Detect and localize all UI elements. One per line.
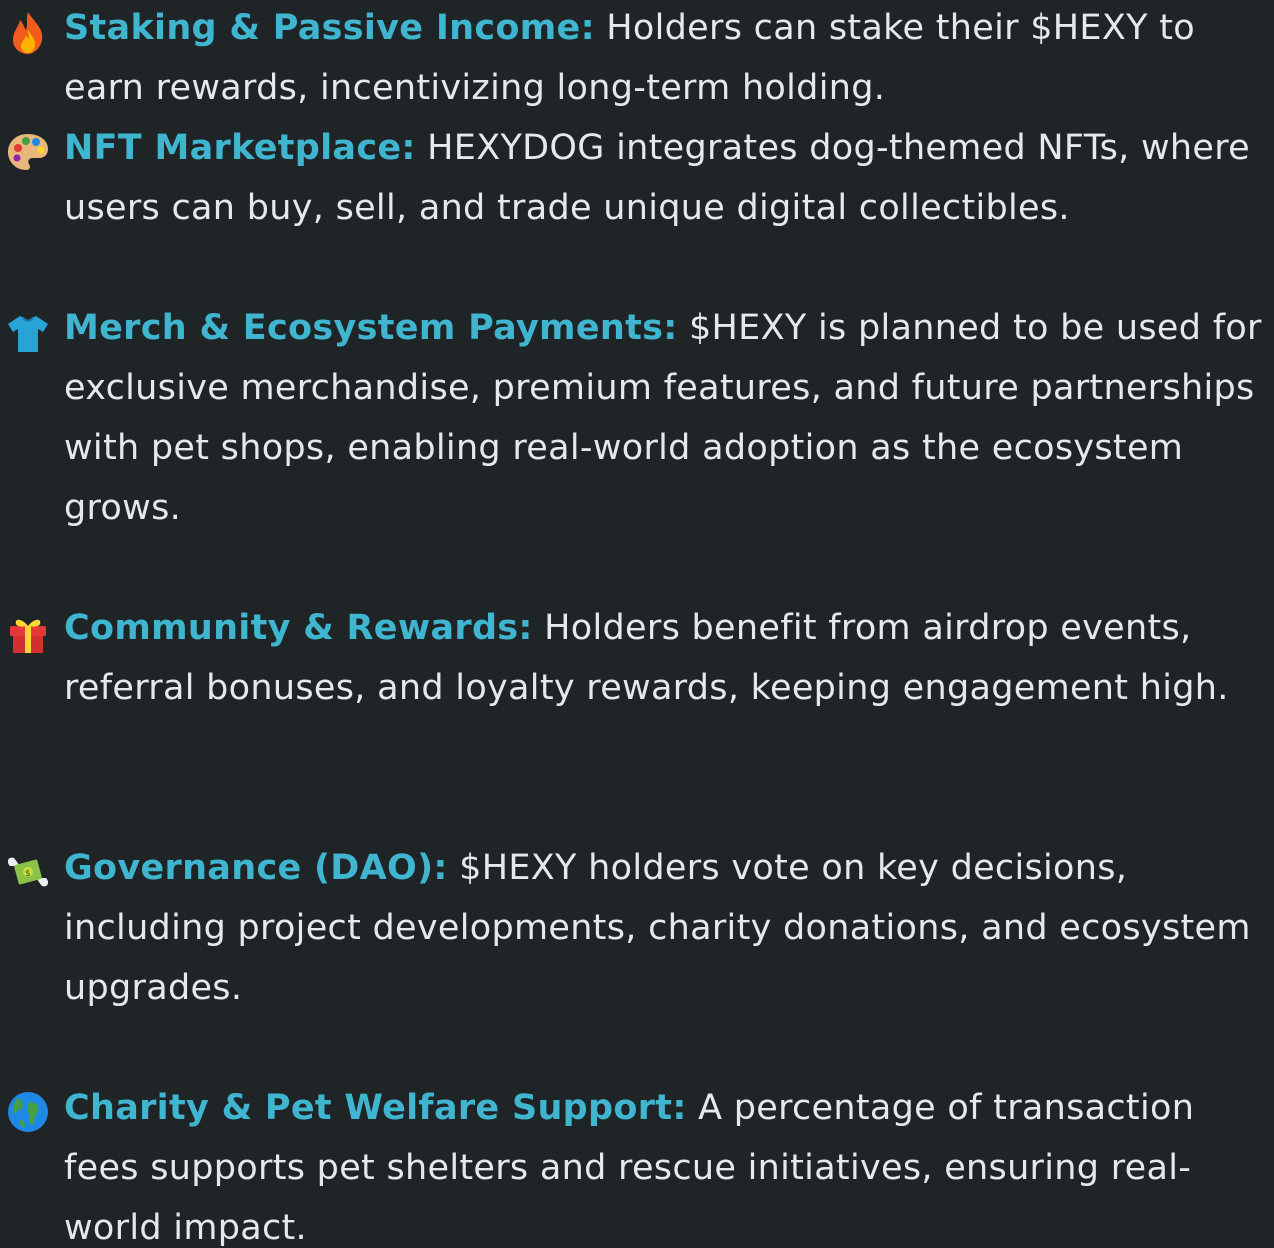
artist-palette-icon bbox=[4, 128, 52, 176]
feature-text: Charity & Pet Welfare Support: A percent… bbox=[64, 1078, 1264, 1248]
feature-text: Governance (DAO): $HEXY holders vote on … bbox=[64, 838, 1264, 1018]
feature-title: Community & Rewards: bbox=[64, 608, 533, 648]
feature-text: NFT Marketplace: HEXYDOG integrates dog-… bbox=[64, 118, 1264, 238]
feature-title: Staking & Passive Income: bbox=[64, 8, 595, 48]
svg-text:$: $ bbox=[25, 869, 31, 879]
feature-title: Charity & Pet Welfare Support: bbox=[64, 1088, 687, 1128]
feature-text: Staking & Passive Income: Holders can st… bbox=[64, 0, 1264, 118]
feature-text: Merch & Ecosystem Payments: $HEXY is pla… bbox=[64, 298, 1264, 538]
feature-list: Staking & Passive Income: Holders can st… bbox=[0, 0, 1274, 1248]
gift-icon bbox=[4, 608, 52, 656]
fire-icon bbox=[4, 8, 52, 56]
globe-icon bbox=[4, 1088, 52, 1136]
feature-title: NFT Marketplace: bbox=[64, 128, 416, 168]
feature-text: Community & Rewards: Holders benefit fro… bbox=[64, 598, 1264, 718]
feature-title: Governance (DAO): bbox=[64, 848, 448, 888]
t-shirt-icon bbox=[4, 308, 52, 356]
feature-title: Merch & Ecosystem Payments: bbox=[64, 308, 678, 348]
money-with-wings-icon: $ bbox=[4, 848, 52, 896]
